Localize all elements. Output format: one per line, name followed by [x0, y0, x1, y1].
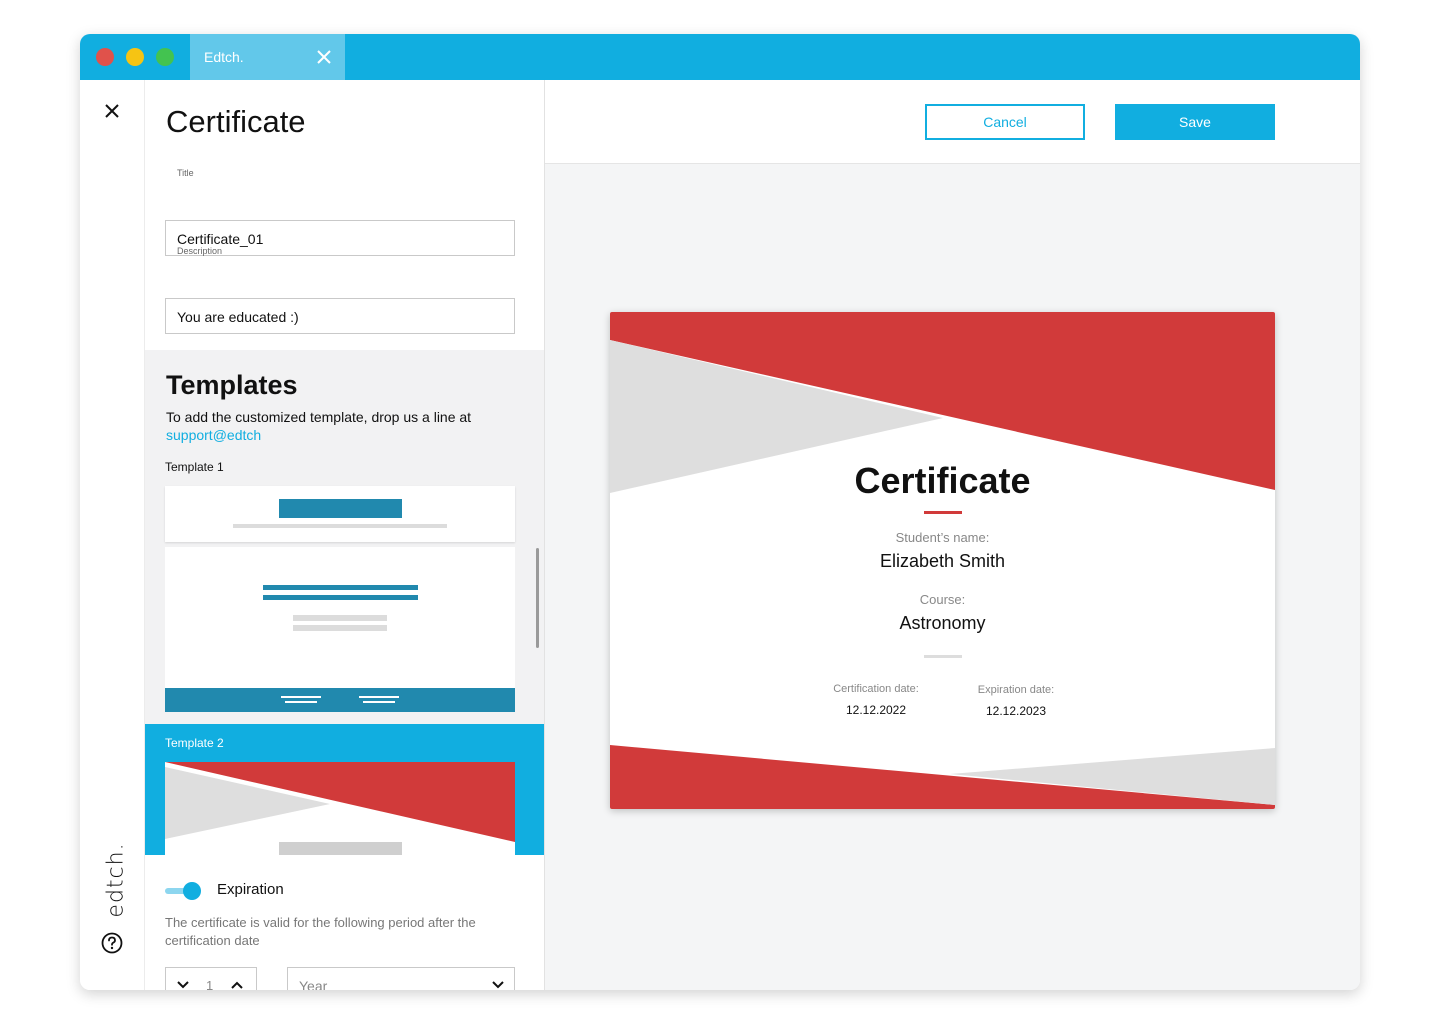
tab-title: Edtch.	[204, 49, 244, 65]
expiration-toggle[interactable]	[165, 881, 205, 903]
edtch-logo: edtch.	[103, 842, 129, 918]
certificate-divider	[924, 511, 962, 514]
template-2-graphic	[165, 762, 515, 855]
settings-panel: Certificate Title Certificate_01 Descrip…	[145, 80, 545, 990]
period-value: 1	[206, 978, 214, 990]
window-maximize-dot[interactable]	[156, 48, 174, 66]
template-1-header-graphic	[233, 499, 447, 528]
app-window: Edtch. edtch. Certificate Title Certific…	[80, 34, 1360, 990]
preview-area: Certificate Student’s name: Elizabeth Sm…	[545, 164, 1360, 990]
period-stepper[interactable]: 1	[165, 967, 257, 990]
close-icon[interactable]	[315, 48, 333, 66]
description-field-label: Description	[177, 246, 223, 256]
templates-heading: Templates	[166, 370, 298, 400]
help-icon[interactable]	[101, 932, 123, 954]
cancel-button[interactable]: Cancel	[925, 104, 1085, 140]
certificate-divider-grey	[924, 655, 962, 658]
student-name-label: Student’s name:	[895, 530, 990, 545]
expiration-label: Expiration	[217, 881, 284, 898]
template-2-label: Template 2	[165, 736, 224, 750]
template-1-thumbnail[interactable]	[165, 486, 515, 712]
save-button[interactable]: Save	[1115, 104, 1275, 140]
template-1-header	[165, 486, 515, 542]
toggle-knob	[183, 882, 201, 900]
certification-date: 12.12.2022	[845, 703, 907, 717]
templates-section: Templates To add the customized template…	[145, 350, 544, 855]
period-unit-select[interactable]: Year	[287, 967, 515, 990]
period-unit-value: Year	[299, 978, 328, 990]
browser-tab[interactable]: Edtch.	[190, 34, 345, 80]
window-close-dot[interactable]	[96, 48, 114, 66]
expiration-date-label: Expiration date:	[977, 684, 1055, 696]
template-1-body-graphic	[263, 585, 418, 631]
title-bar: Edtch.	[80, 34, 1360, 80]
template-2-card[interactable]: Template 2	[145, 724, 544, 855]
certificate-title: Certificate	[854, 460, 1031, 501]
page-title: Certificate	[166, 104, 306, 139]
course-label: Course:	[919, 592, 966, 607]
support-link[interactable]: support@edtch	[166, 427, 261, 443]
expiration-description: The certificate is valid for the followi…	[165, 915, 476, 948]
close-icon[interactable]	[103, 102, 121, 120]
certification-date-label: Certification date:	[833, 683, 919, 695]
template-1-label: Template 1	[165, 460, 224, 474]
template-2-thumbnail[interactable]	[165, 762, 515, 855]
template-1-body	[165, 547, 515, 688]
certificate-preview: Certificate Student’s name: Elizabeth Sm…	[610, 312, 1275, 809]
templates-description: To add the customized template, drop us …	[166, 409, 472, 425]
action-bar: Cancel Save	[545, 80, 1360, 164]
chevron-down-icon	[492, 981, 504, 989]
template-1-footer-graphic	[281, 696, 399, 703]
chevron-down-icon[interactable]	[176, 978, 190, 990]
description-field[interactable]: You are educated :)	[165, 298, 515, 334]
course-name: Astronomy	[899, 613, 986, 633]
left-rail: edtch.	[80, 80, 145, 990]
chevron-up-icon[interactable]	[230, 978, 244, 990]
expiration-date: 12.12.2023	[985, 704, 1047, 718]
student-name: Elizabeth Smith	[879, 551, 1006, 571]
templates-scrollbar[interactable]	[536, 548, 539, 648]
title-field-label: Title	[177, 168, 194, 178]
template-1-footer	[165, 688, 515, 712]
window-minimize-dot[interactable]	[126, 48, 144, 66]
